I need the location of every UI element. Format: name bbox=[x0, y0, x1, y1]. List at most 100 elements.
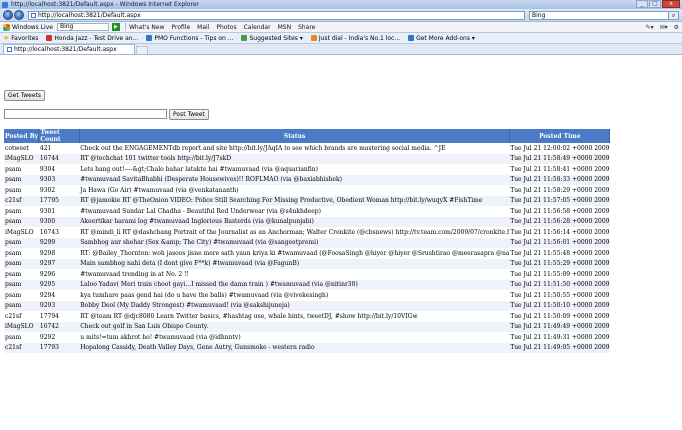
new-tab-button[interactable] bbox=[136, 46, 148, 54]
windows-live-label: Windows Live bbox=[12, 23, 53, 31]
favorite-label: Suggested Sites ▾ bbox=[249, 34, 303, 42]
cell-posted-time: Tue Jul 21 11:50:55 +0000 2009 bbox=[509, 290, 610, 301]
favorite-item[interactable]: Honda Jazz - Test Drive an... bbox=[46, 35, 138, 42]
table-row: iMagSLO 16743 RT @mindi_li RT @dashchang P… bbox=[4, 227, 610, 238]
favorite-item[interactable]: Get More Add-ons ▾ bbox=[408, 35, 475, 42]
cell-status: Sambhog aur shehar (Sex &amp; The City) … bbox=[79, 237, 510, 249]
cell-status: Laloo Yadav( Meri train choot gayi...I m… bbox=[79, 279, 510, 291]
search-input[interactable]: Bing ⌕ bbox=[529, 10, 679, 20]
cell-posted-time: Tue Jul 21 11:56:28 +0000 2009 bbox=[509, 216, 610, 228]
table-row: psam 9296 #twamuvaad trending in at No. 2 … bbox=[4, 269, 610, 280]
table-row: psam 9300 Akeertikar harami log #twamuvaad… bbox=[4, 216, 610, 228]
table-row: psam 9304 Lets hang out!----&gt;Chalo baha… bbox=[4, 164, 610, 175]
url-text: http://localhost:3821/Default.aspx bbox=[38, 11, 141, 19]
cell-status: u mits!=tum akhrot ho! #twamuvaad (via @… bbox=[79, 332, 510, 343]
favorite-item[interactable]: Suggested Sites ▾ bbox=[241, 34, 303, 42]
menu-item-profile[interactable]: Profile bbox=[172, 24, 191, 31]
cell-posted-by: c21sf bbox=[4, 195, 39, 207]
cell-posted-by: psam bbox=[4, 332, 39, 343]
cell-posted-by: psam bbox=[4, 269, 39, 280]
cell-status: Check out golf in San Luis Obispo County… bbox=[79, 321, 510, 333]
site-icon bbox=[408, 35, 415, 41]
cell-status: RT @mindi_li RT @dashchang Portrait of t… bbox=[79, 227, 510, 238]
cell-tweet-count: 17795 bbox=[38, 195, 80, 207]
tab-default-aspx[interactable]: http://localhost:3821/Default.aspx bbox=[3, 44, 135, 54]
cell-tweet-count: 9294 bbox=[38, 290, 80, 301]
cell-status: RT @team RT @djc8080 Learn Twitter basic… bbox=[79, 311, 510, 322]
live-search-button[interactable]: ▶ bbox=[111, 23, 120, 31]
table-row: psam 9295 Laloo Yadav( Meri train choot ga… bbox=[4, 279, 610, 291]
favorites-button[interactable]: ★ Favorites bbox=[3, 34, 38, 42]
cell-tweet-count: 9303 bbox=[38, 174, 80, 186]
menu-item-share[interactable]: Share bbox=[298, 24, 315, 31]
favorites-label: Favorites bbox=[11, 34, 39, 42]
menu-item-whats-new[interactable]: What's New bbox=[129, 24, 165, 31]
url-field[interactable]: http://localhost:3821/Default.aspx bbox=[28, 10, 525, 20]
menu-item-mail[interactable]: Mail bbox=[197, 24, 209, 31]
cell-posted-time: Tue Jul 21 11:58:49 +0000 2009 bbox=[509, 153, 610, 165]
favorite-label: Just dial - India's No.1 loc... bbox=[318, 34, 401, 42]
cell-posted-time: Tue Jul 21 11:50:09 +0000 2009 bbox=[509, 311, 610, 322]
windows-live-brand[interactable]: Windows Live bbox=[3, 23, 53, 31]
cell-tweet-count: 9296 bbox=[38, 269, 80, 280]
site-icon bbox=[310, 35, 317, 41]
cell-posted-by: psam bbox=[4, 237, 39, 249]
search-text: Bing bbox=[532, 11, 546, 19]
table-row: psam 9298 RT: @Bailey_Thornton: woh jasoos… bbox=[4, 248, 610, 259]
cell-posted-time: Tue Jul 21 11:55:29 +0000 2009 bbox=[509, 258, 610, 270]
window-titlebar: http://localhost:3821/Default.aspx - Win… bbox=[0, 0, 682, 9]
divider bbox=[124, 23, 126, 31]
favorite-item[interactable]: Just dial - India's No.1 loc... bbox=[310, 34, 401, 42]
settings-icon[interactable]: ⚙ bbox=[674, 24, 679, 31]
maximize-button[interactable]: □ bbox=[649, 0, 661, 8]
favorite-item[interactable]: PMO Functions - Tips on ... bbox=[146, 35, 233, 42]
forward-button[interactable]: › bbox=[14, 10, 24, 20]
cell-posted-by: psam bbox=[4, 279, 39, 291]
cell-posted-time: Tue Jul 21 11:55:09 +0000 2009 bbox=[509, 269, 610, 280]
tweet-input[interactable] bbox=[4, 109, 167, 119]
pencil-icon[interactable]: ✎▾ bbox=[646, 24, 654, 31]
cell-posted-by: psam bbox=[4, 248, 39, 259]
cell-status: Main sambhog nahi deta (I dont give F**k… bbox=[79, 258, 510, 270]
minimize-button[interactable]: _ bbox=[636, 0, 648, 8]
cell-posted-by: psam bbox=[4, 290, 39, 301]
column-tweet-count: Tweet Count bbox=[38, 129, 80, 143]
cell-posted-time: Tue Jul 21 11:56:14 +0000 2009 bbox=[509, 227, 610, 238]
menu-item-photos[interactable]: Photos bbox=[216, 24, 236, 31]
cell-status: Hopalong Cassidy, Death Valley Days, Gen… bbox=[79, 342, 510, 354]
close-button[interactable]: x bbox=[662, 0, 680, 8]
cell-status: Check out the ENGAGEMENTdb report and si… bbox=[79, 143, 510, 154]
cell-posted-by: psam bbox=[4, 258, 39, 270]
menu-item-calendar[interactable]: Calendar bbox=[244, 24, 271, 31]
cell-tweet-count: 9298 bbox=[38, 248, 80, 259]
cell-tweet-count: 16744 bbox=[38, 153, 80, 165]
get-tweets-button[interactable]: Get Tweets bbox=[4, 90, 46, 101]
cell-tweet-count: 9297 bbox=[38, 258, 80, 270]
favorite-label: PMO Functions - Tips on ... bbox=[154, 34, 234, 42]
cell-posted-time: Tue Jul 21 12:00:02 +0000 2009 bbox=[509, 143, 610, 154]
cell-status: Bobby Deol (My Daddy Strongest) #twamuva… bbox=[79, 300, 510, 312]
search-icon[interactable]: ⌕ bbox=[668, 11, 678, 19]
cell-posted-time: Tue Jul 21 11:49:05 +0000 2009 bbox=[509, 342, 610, 354]
table-row: psam 9302 Ja Hawa (Go Air) #twamuvaad (via… bbox=[4, 185, 610, 196]
cell-posted-time: Tue Jul 21 11:56:58 +0000 2009 bbox=[509, 206, 610, 217]
cell-posted-by: psam bbox=[4, 216, 39, 228]
page-icon bbox=[31, 12, 36, 18]
site-icon bbox=[46, 35, 53, 41]
menu-item-msn[interactable]: MSN bbox=[278, 24, 291, 31]
favorites-bar: ★ Favorites Honda Jazz - Test Drive an..… bbox=[0, 33, 682, 44]
cell-posted-time: Tue Jul 21 11:56:01 +0000 2009 bbox=[509, 237, 610, 249]
cell-tweet-count: 16743 bbox=[38, 227, 80, 238]
cell-tweet-count: 9293 bbox=[38, 300, 80, 312]
post-tweet-button[interactable]: Post Tweet bbox=[169, 109, 209, 120]
mail-icon[interactable]: ✉▾ bbox=[660, 24, 668, 31]
cell-tweet-count: 17793 bbox=[38, 342, 80, 354]
cell-posted-time: Tue Jul 21 11:50:10 +0000 2009 bbox=[509, 300, 610, 312]
cell-status: RT @techchat 101 twitter tools http://bi… bbox=[79, 153, 510, 165]
back-button[interactable]: ‹ bbox=[3, 10, 13, 20]
favorite-label: Get More Add-ons ▾ bbox=[416, 34, 475, 42]
cell-status: Akeertikar harami log #twamuvaad Inglori… bbox=[79, 216, 510, 228]
cell-status: RT: @Bailey_Thornton: woh jasoos jisne m… bbox=[79, 248, 510, 259]
live-search-input[interactable]: Bing bbox=[56, 23, 109, 31]
toolbar-tools: ✎▾ ✉▾ ⚙ bbox=[646, 24, 679, 31]
